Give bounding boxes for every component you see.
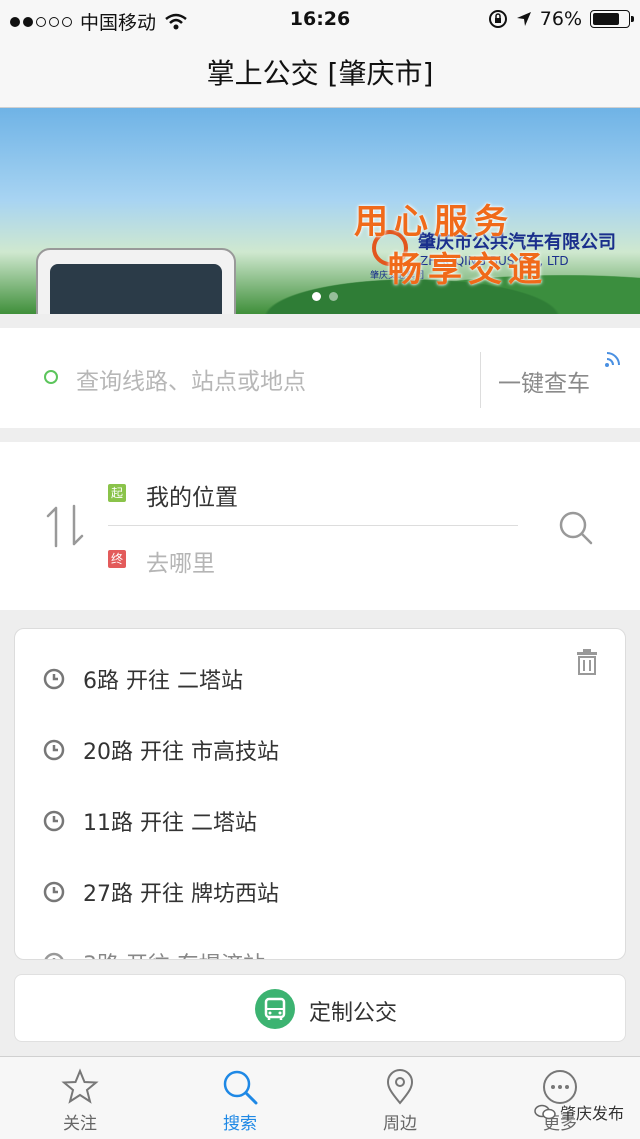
end-tag: 终 [108,550,126,568]
route-planner [0,442,640,610]
route-search-icon[interactable] [556,508,596,548]
rotation-lock-icon [488,10,507,28]
pager-dot-2[interactable] [329,292,338,301]
history-item-label: 3路 开往 东堤济站 [83,947,265,959]
history-card: 6路 开往 二塔站 20路 开往 市高技站 11路 开往 二塔站 27路 开往 … [14,628,626,960]
clock-icon [43,739,65,761]
swap-icon[interactable] [44,502,86,550]
status-bar: 中国移动 16:26 76% [0,0,640,40]
star-icon [61,1068,99,1104]
quick-check-bus-button[interactable]: 一键查车 [498,364,590,398]
search-input[interactable]: 查询线路、站点或地点 [76,362,306,396]
history-item[interactable]: 27路 开往 牌坊西站 [43,872,279,912]
tab-label: 搜索 [223,1114,257,1134]
pager-dot-1[interactable] [312,292,321,301]
history-item-label: 20路 开往 市高技站 [83,740,279,765]
custom-bus-button[interactable]: 定制公交 [14,974,626,1042]
tab-more[interactable]: 更多 [480,1057,640,1139]
clock-icon [44,952,64,959]
history-item-label: 27路 开往 牌坊西站 [83,882,279,907]
history-item[interactable]: 6路 开往 二塔站 [43,659,243,699]
page-title: 掌上公交 [肇庆市] [206,57,434,90]
history-item-label: 6路 开往 二塔站 [83,669,243,694]
banner-slogan-1: 用心服务 [354,202,514,242]
bus-icon [255,989,295,1029]
history-item[interactable]: 20路 开往 市高技站 [43,730,279,770]
start-location-field[interactable]: 我的位置 [146,478,238,512]
search-dot-icon [44,370,58,384]
watermark: 肇庆发布 [534,1100,624,1124]
tab-label: 关注 [63,1114,97,1134]
bus-image [36,248,236,314]
search-bar[interactable]: 查询线路、站点或地点 一键查车 [0,328,640,428]
tab-label: 周边 [383,1114,417,1134]
banner-carousel[interactable]: 肇庆市公共汽车有限公司 ZHAOQING BUS CO., LTD 肇庆交通集团… [0,108,640,314]
search-divider [480,352,481,408]
clock-icon [43,810,65,832]
tab-bar: 关注 搜索 周边 更多 [0,1056,640,1139]
wechat-icon [534,1104,556,1120]
start-tag: 起 [108,484,126,502]
banner-pager[interactable] [312,292,338,301]
tab-search[interactable]: 搜索 [160,1057,320,1139]
tab-nearby[interactable]: 周边 [320,1057,480,1139]
battery-icon [590,10,634,28]
tab-follow[interactable]: 关注 [0,1057,160,1139]
nav-bar: 掌上公交 [肇庆市] [0,40,640,108]
history-item[interactable]: 3路 开往 东堤济站 [43,943,265,959]
location-pin-icon [386,1069,414,1105]
history-item[interactable]: 11路 开往 二塔站 [43,801,257,841]
wireless-signal-icon [605,352,620,367]
custom-bus-label: 定制公交 [309,1001,398,1026]
history-item-label: 11路 开往 二塔站 [83,811,257,836]
clock-icon [43,881,65,903]
destination-field[interactable]: 去哪里 [146,544,215,578]
search-icon [223,1070,258,1105]
clock-icon [43,668,65,690]
watermark-text: 肇庆发布 [560,1104,625,1123]
banner-slogan-2: 畅享交通 [388,250,548,290]
location-arrow-icon [516,12,531,26]
route-divider [108,525,518,526]
battery-percent: 76% [539,8,582,30]
trash-icon[interactable] [575,649,599,675]
